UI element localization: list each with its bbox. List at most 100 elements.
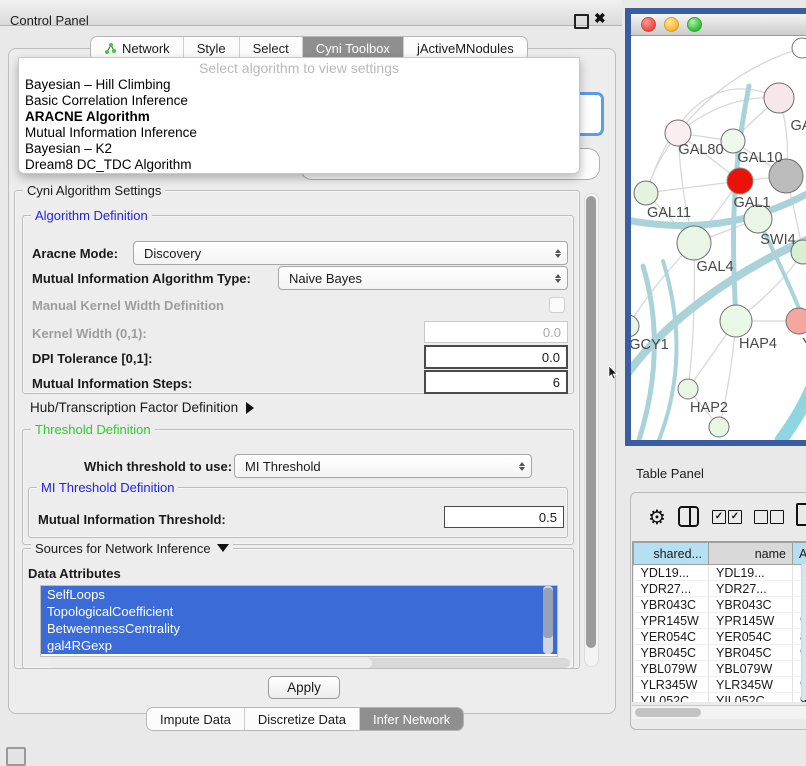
combo-value: MI Threshold xyxy=(235,459,513,474)
cell[interactable]: YER054C xyxy=(709,629,793,645)
float-window-icon[interactable] xyxy=(574,14,589,29)
gear-icon[interactable]: ⚙ xyxy=(648,505,666,530)
cell[interactable]: YBR045C xyxy=(709,645,793,661)
data-attributes-list: SelfLoops TopologicalCoefficient Between… xyxy=(40,585,558,657)
network-icon xyxy=(104,42,117,55)
cell[interactable]: YIL052C xyxy=(709,693,793,703)
scrollbar-thumb[interactable] xyxy=(543,588,553,638)
which-threshold-combo[interactable]: MI Threshold xyxy=(234,454,532,478)
node-label: SWI4 xyxy=(760,232,795,248)
node-gal-top[interactable] xyxy=(764,83,794,113)
table-row[interactable]: YER054C YER054C 8. xyxy=(634,629,806,645)
tab-infer-network[interactable]: Infer Network xyxy=(360,708,463,730)
cell[interactable]: YIL052C xyxy=(634,693,709,703)
cell[interactable]: YBR043C xyxy=(709,597,793,613)
aracne-mode-combo[interactable]: Discovery xyxy=(133,241,568,265)
table-row[interactable]: YLR345W YLR345W 9. xyxy=(634,677,806,693)
group-title: Cyni Algorithm Settings xyxy=(23,183,165,198)
cell[interactable]: YDR27... xyxy=(709,581,793,597)
tab-label: Impute Data xyxy=(160,712,231,727)
columns-icon[interactable] xyxy=(678,506,699,527)
tab-discretize-data[interactable]: Discretize Data xyxy=(245,708,360,730)
table-row[interactable]: YBL079W YBL079W xyxy=(634,661,806,677)
network-canvas[interactable]: GAL GAL80 GAL10 GAL1 GAL11 SWI4 GAL4 GCY… xyxy=(631,36,806,440)
dropdown-item[interactable]: Mutual Information Inference xyxy=(23,125,575,141)
cell[interactable]: YLR345W xyxy=(709,677,793,693)
cell[interactable]: YLR345W xyxy=(634,677,709,693)
table-column-sliver xyxy=(801,564,806,700)
table-row[interactable]: YDL19... YDL19... 13 xyxy=(634,565,806,581)
cell[interactable]: YDR27... xyxy=(634,581,709,597)
mi-algorithm-type-combo[interactable]: Naive Bayes xyxy=(278,266,568,290)
table-hscrollbar-track[interactable] xyxy=(632,705,806,719)
dropdown-item[interactable]: Basic Correlation Inference xyxy=(23,93,575,109)
algorithm-dropdown-popup: Select algorithm to view settings Bayesi… xyxy=(18,57,580,174)
unchecked-checkbox-icon[interactable] xyxy=(770,510,784,524)
cell[interactable]: YBL079W xyxy=(709,661,793,677)
cell[interactable]: YDL19... xyxy=(634,565,709,581)
node-label: GAL11 xyxy=(647,205,691,221)
panel-grip-icon[interactable] xyxy=(6,747,26,766)
cell[interactable]: YER054C xyxy=(634,629,709,645)
cell[interactable]: YBL079W xyxy=(634,661,709,677)
node-gal4[interactable] xyxy=(677,226,711,260)
aracne-mode-label: Aracne Mode: xyxy=(32,246,118,261)
dropdown-item[interactable]: Dream8 DC_TDC Algorithm xyxy=(23,157,575,173)
dpi-tolerance-field[interactable]: 0.0 xyxy=(424,345,568,369)
column-header-shared[interactable]: shared... xyxy=(634,543,709,565)
zoom-traffic-light-icon[interactable] xyxy=(687,17,702,32)
tab-label: jActiveMNodules xyxy=(417,41,514,56)
settings-scrollbar-thumb[interactable] xyxy=(586,196,596,648)
table-row[interactable]: YBR045C YBR045C 9. xyxy=(634,645,806,661)
checked-checkbox-icon[interactable]: ✓ xyxy=(728,510,742,524)
node-hap4[interactable] xyxy=(720,305,752,337)
node-gal11[interactable] xyxy=(634,181,658,205)
node-gcy1[interactable] xyxy=(631,315,639,337)
table-row[interactable]: YDR27... YDR27... 12 xyxy=(634,581,806,597)
attributes-vertical-scrollbar[interactable] xyxy=(543,586,553,654)
cell[interactable]: YBR043C xyxy=(634,597,709,613)
minimize-traffic-light-icon[interactable] xyxy=(664,17,679,32)
attribute-item-selected[interactable]: BetweennessCentrality xyxy=(41,620,557,637)
close-icon[interactable]: ✖ xyxy=(594,10,606,27)
table-row[interactable]: YPR145W YPR145W 9. xyxy=(634,613,806,629)
apply-button[interactable]: Apply xyxy=(268,676,340,699)
kernel-width-field[interactable]: 0.0 xyxy=(424,321,568,343)
dropdown-item-highlighted[interactable]: ARACNE Algorithm xyxy=(23,109,575,125)
stepper-icon xyxy=(513,462,531,471)
combo-value: Naive Bayes xyxy=(279,271,549,286)
hub-definition-toggle[interactable]: Hub/Transcription Factor Definition xyxy=(30,400,254,415)
node-label: GCY1 xyxy=(631,337,669,353)
attribute-item-selected[interactable]: SelfLoops xyxy=(41,586,557,603)
attributes-horizontal-scrollbar[interactable] xyxy=(50,658,570,668)
scrollbar-thumb[interactable] xyxy=(50,658,372,668)
node-partial-bottom[interactable] xyxy=(709,417,729,437)
cell[interactable]: YPR145W xyxy=(634,613,709,629)
attribute-item-selected[interactable]: TopologicalCoefficient xyxy=(41,603,557,620)
manual-kernel-width-checkbox[interactable] xyxy=(549,297,565,313)
close-traffic-light-icon[interactable] xyxy=(641,17,656,32)
mi-threshold-field[interactable]: 0.5 xyxy=(444,506,564,528)
column-header-partial[interactable]: A xyxy=(793,543,806,565)
node-hap2[interactable] xyxy=(678,379,698,399)
node-label: GAL xyxy=(790,118,806,134)
node-salmon[interactable] xyxy=(786,308,806,334)
checked-checkbox-icon[interactable]: ✓ xyxy=(712,510,726,524)
tab-impute-data[interactable]: Impute Data xyxy=(147,708,245,730)
cell[interactable]: YPR145W xyxy=(709,613,793,629)
attribute-item-selected[interactable]: gal4RGexp xyxy=(41,637,557,654)
dropdown-item[interactable]: Bayesian – Hill Climbing xyxy=(23,77,575,93)
column-header-name[interactable]: name xyxy=(709,543,793,565)
mi-steps-field[interactable]: 6 xyxy=(424,370,568,394)
scrollbar-thumb[interactable] xyxy=(635,708,701,717)
table-row[interactable]: YBR043C YBR043C xyxy=(634,597,806,613)
node-gal1[interactable] xyxy=(727,168,753,194)
unchecked-checkbox-icon[interactable] xyxy=(754,510,768,524)
document-icon[interactable] xyxy=(796,503,806,526)
table-row[interactable]: YIL052C YIL052C 9. xyxy=(634,693,806,703)
cell[interactable]: YBR045C xyxy=(634,645,709,661)
node-partial-top[interactable] xyxy=(792,38,806,58)
node-label: GAL10 xyxy=(737,150,782,166)
dropdown-item[interactable]: Bayesian – K2 xyxy=(23,141,575,157)
cell[interactable]: YDL19... xyxy=(709,565,793,581)
